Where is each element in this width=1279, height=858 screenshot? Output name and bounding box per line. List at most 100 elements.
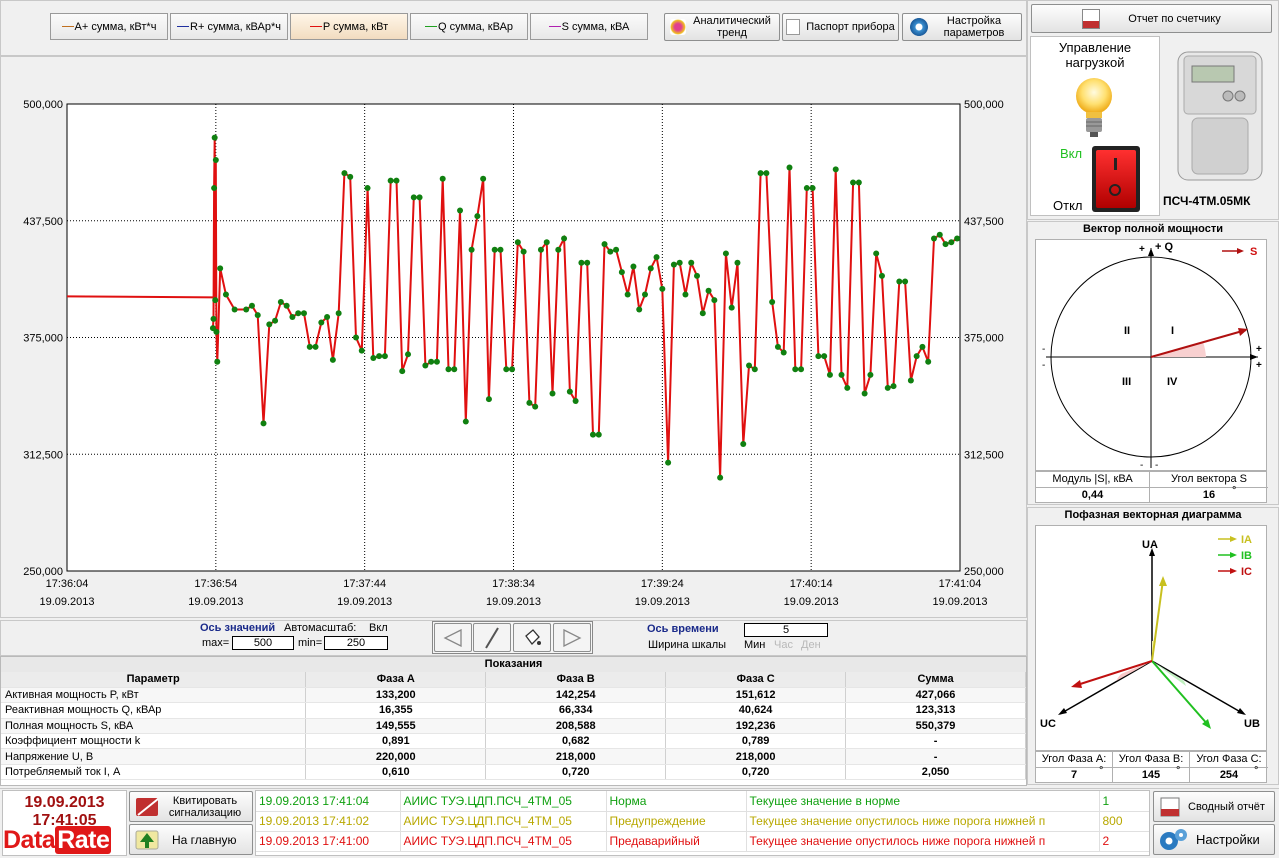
max-input[interactable]: 500 bbox=[232, 636, 294, 650]
event-code: 2 bbox=[1099, 831, 1149, 851]
prev-button[interactable] bbox=[434, 623, 472, 652]
x-tick-date: 19.09.2013 bbox=[486, 596, 541, 608]
data-point bbox=[954, 235, 961, 242]
event-row[interactable]: 19.09.2013 17:41:04 АИИС ТУЭ.ЦДП.ПСЧ_4ТМ_… bbox=[256, 791, 1149, 811]
event-row[interactable]: 19.09.2013 17:41:00 АИИС ТУЭ.ЦДП.ПСЧ_4ТМ_… bbox=[256, 831, 1149, 851]
parameter-value: - bbox=[845, 748, 1026, 765]
analytic-trend-button[interactable]: Аналитический тренд bbox=[664, 13, 780, 41]
trend-icon bbox=[670, 19, 686, 35]
ia-legend: IA bbox=[1241, 534, 1252, 546]
axis-bottom-minus-2: - bbox=[1155, 460, 1158, 471]
time-scale-input[interactable]: 5 bbox=[744, 623, 828, 637]
data-point bbox=[919, 343, 926, 350]
data-point bbox=[491, 246, 498, 253]
event-level: Предупреждение bbox=[606, 811, 747, 831]
parameter-value: 427,066 bbox=[845, 687, 1026, 704]
settings-params-button[interactable]: Настройка параметров bbox=[902, 13, 1022, 41]
events-panel: 19.09.2013 17:41:04 АИИС ТУЭ.ЦДП.ПСЧ_4ТМ_… bbox=[255, 790, 1150, 856]
passport-button[interactable]: Паспорт прибора bbox=[782, 13, 899, 41]
legend-item-4[interactable]: S сумма, кВА bbox=[530, 13, 648, 40]
summary-report-button[interactable]: Сводный отчёт bbox=[1153, 791, 1275, 822]
parameter-value: 0,891 bbox=[305, 733, 487, 750]
data-point bbox=[503, 366, 510, 373]
paint-bucket-icon bbox=[525, 628, 541, 645]
legend-label: S сумма, кВА bbox=[561, 20, 630, 33]
data-point bbox=[212, 157, 219, 164]
load-switch[interactable] bbox=[1092, 146, 1140, 212]
home-button[interactable]: На главную bbox=[129, 824, 253, 855]
power-chart: 500,000 500,000 437,500 437,500 375,000 375,0… bbox=[23, 99, 1004, 608]
y-tick-label-left: 375,000 bbox=[23, 333, 63, 345]
load-off-label: Откл bbox=[1053, 198, 1083, 213]
data-point bbox=[676, 259, 683, 266]
quadrant-1: I bbox=[1171, 325, 1174, 337]
parameter-value: 123,313 bbox=[845, 702, 1026, 719]
event-row[interactable]: 19.09.2013 17:41:02 АИИС ТУЭ.ЦДП.ПСЧ_4ТМ_… bbox=[256, 811, 1149, 831]
settings-button[interactable]: Настройки bbox=[1153, 824, 1275, 855]
data-point bbox=[300, 310, 307, 317]
unit-day[interactable]: Ден bbox=[801, 639, 821, 651]
data-point bbox=[283, 302, 290, 309]
unit-hour[interactable]: Час bbox=[774, 639, 793, 651]
data-point bbox=[212, 297, 219, 304]
parameter-value: 550,379 bbox=[845, 718, 1026, 735]
data-point bbox=[243, 306, 250, 313]
data-point bbox=[798, 366, 805, 373]
quadrant-3: III bbox=[1122, 376, 1131, 388]
phase-angles: Угол Фаза А: Угол Фаза В: Угол Фаза С: 7… bbox=[1035, 751, 1268, 783]
report-meter-button[interactable]: Отчет по счетчику bbox=[1031, 4, 1272, 33]
x-tick-time: 17:36:54 bbox=[194, 578, 237, 590]
legend-item-1[interactable]: R+ сумма, кВАр*ч bbox=[170, 13, 288, 40]
pen-button[interactable] bbox=[473, 623, 511, 652]
summary-report-icon bbox=[1160, 797, 1180, 816]
data-point bbox=[838, 371, 845, 378]
ib-legend: IB bbox=[1241, 550, 1252, 562]
data-point bbox=[821, 353, 828, 360]
data-point bbox=[942, 241, 949, 248]
data-point bbox=[780, 349, 787, 356]
arrow-left-icon bbox=[443, 628, 462, 647]
data-point bbox=[422, 362, 429, 369]
unit-min[interactable]: Мин bbox=[744, 639, 765, 651]
data-point bbox=[211, 185, 218, 192]
angle-a-degree: ° bbox=[1099, 765, 1104, 777]
legend-item-3[interactable]: Q сумма, кВАр bbox=[410, 13, 528, 40]
data-point bbox=[618, 269, 625, 276]
data-point bbox=[370, 355, 377, 362]
data-point bbox=[873, 250, 880, 257]
data-point bbox=[670, 261, 677, 268]
x-tick-date: 19.09.2013 bbox=[337, 596, 392, 608]
data-point bbox=[543, 239, 550, 246]
summary-report-label: Сводный отчёт bbox=[1188, 800, 1265, 813]
autoscale-value[interactable]: Вкл bbox=[369, 622, 388, 634]
data-point bbox=[555, 246, 562, 253]
load-control-title: Управление нагрузкой bbox=[1058, 40, 1132, 70]
next-button[interactable] bbox=[553, 623, 591, 652]
data-point bbox=[222, 291, 229, 298]
acknowledge-button[interactable]: Квитировать сигнализацию bbox=[129, 791, 253, 822]
x-tick-time: 17:39:24 bbox=[641, 578, 684, 590]
parameter-name: Полная мощность S, кВА bbox=[1, 718, 307, 735]
axis-left-minus: - bbox=[1042, 344, 1045, 355]
y-tick-label-left: 312,500 bbox=[23, 449, 63, 461]
data-point bbox=[763, 170, 770, 177]
data-point bbox=[462, 418, 469, 425]
min-label: min= bbox=[298, 637, 323, 649]
legend-item-0[interactable]: A+ сумма, кВт*ч bbox=[50, 13, 168, 40]
x-tick-time: 17:41:04 bbox=[939, 578, 982, 590]
data-point bbox=[705, 287, 712, 294]
legend-item-2[interactable]: P сумма, кВт bbox=[290, 13, 408, 40]
data-point bbox=[387, 177, 394, 184]
data-point bbox=[439, 175, 446, 182]
parameter-value: 2,050 bbox=[845, 764, 1026, 781]
parameter-name: Напряжение U, В bbox=[1, 748, 307, 765]
data-point bbox=[376, 353, 383, 360]
data-point bbox=[653, 254, 660, 261]
data-point bbox=[549, 390, 556, 397]
min-input[interactable]: 250 bbox=[324, 636, 388, 650]
data-point bbox=[217, 265, 224, 272]
fill-button[interactable] bbox=[513, 623, 551, 652]
angle-b-degree: ° bbox=[1176, 765, 1181, 777]
data-point bbox=[948, 239, 955, 246]
scale-width-label: Ширина шкалы bbox=[648, 639, 727, 651]
